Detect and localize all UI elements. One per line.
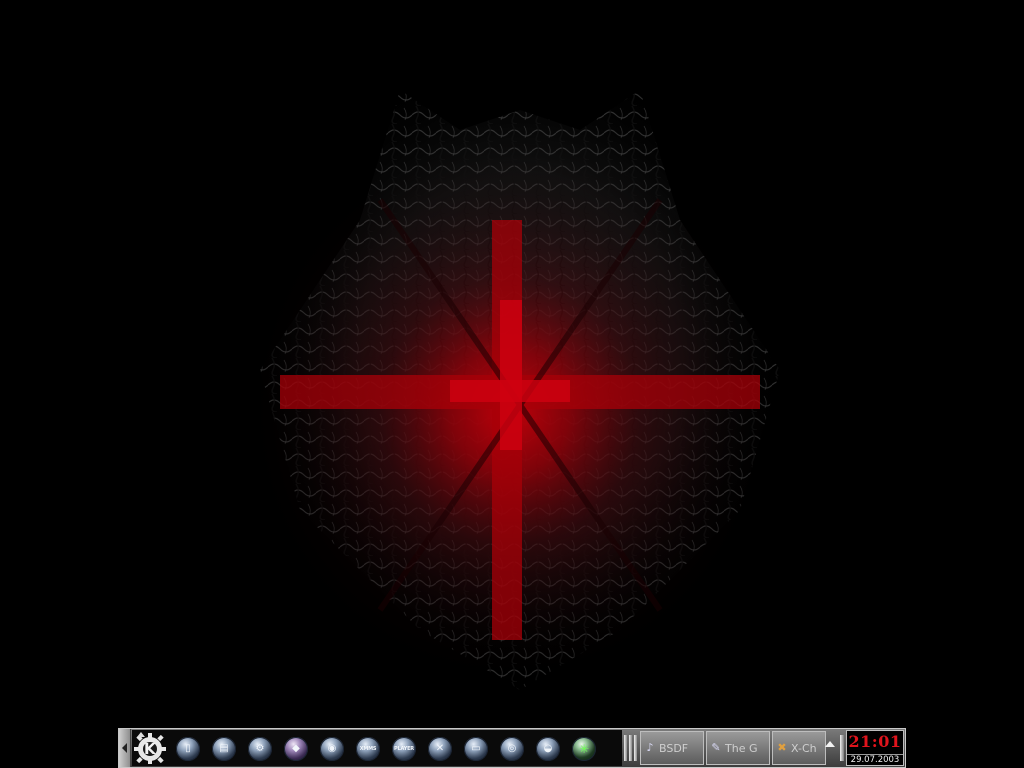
clock-applet[interactable]: 21:01 29.07.2003	[846, 730, 904, 766]
task-label: BSDF	[659, 741, 689, 755]
wallpaper-art	[240, 90, 780, 690]
drive-icon[interactable]: ▭	[464, 737, 488, 761]
file-manager-icon[interactable]: ▤	[212, 737, 236, 761]
task-button-xchat[interactable]: ✖ X-Ch	[772, 731, 826, 765]
kde-panel: K ▯ ▤ ⚙ ◆ ◉ XMMS PLAYER ✕ ▭ ◎ ◒ ✳ ♪ BSDF	[118, 728, 906, 768]
tools-icon[interactable]: ✕	[428, 737, 452, 761]
cd-icon[interactable]: ◎	[500, 737, 524, 761]
menu-up-arrow-icon	[137, 732, 145, 737]
browser-icon[interactable]: ◉	[320, 737, 344, 761]
task-label: X-Ch	[791, 741, 817, 755]
taskbar: ♪ BSDF ✎ The G ✖ X-Ch	[640, 731, 836, 765]
xmms-icon[interactable]: XMMS	[356, 737, 380, 761]
cube-icon[interactable]: ◆	[284, 737, 308, 761]
bsd-daemon-icon: ♪	[646, 741, 654, 754]
xchat-icon: ✖	[777, 741, 787, 754]
quick-launch-bar: K ▯ ▤ ⚙ ◆ ◉ XMMS PLAYER ✕ ▭ ◎ ◒ ✳	[132, 730, 622, 766]
taskbar-menu-arrow-icon[interactable]	[825, 741, 835, 747]
task-button-gimp[interactable]: ✎ The G	[706, 731, 770, 765]
player-icon[interactable]: PLAYER	[392, 737, 416, 761]
panel-separator-handle[interactable]	[840, 735, 844, 761]
kde-k-menu-icon[interactable]: K	[134, 732, 166, 764]
arrow-left-icon	[122, 743, 127, 753]
mail-icon[interactable]: ◒	[536, 737, 560, 761]
green-app-icon[interactable]: ✳	[572, 737, 596, 761]
clock-date: 29.07.2003	[847, 754, 903, 766]
panel-hide-button[interactable]	[119, 729, 131, 767]
desktop[interactable]: K ▯ ▤ ⚙ ◆ ◉ XMMS PLAYER ✕ ▭ ◎ ◒ ✳ ♪ BSDF	[0, 0, 1024, 768]
wallpaper	[220, 70, 820, 710]
svg-text:K: K	[144, 740, 157, 758]
task-label: The G	[725, 741, 758, 755]
clock-time: 21:01	[848, 732, 902, 751]
task-button-bsdf[interactable]: ♪ BSDF	[640, 731, 704, 765]
panel-drag-handle[interactable]	[624, 735, 638, 761]
terminal-icon[interactable]: ▯	[176, 737, 200, 761]
gimp-icon: ✎	[711, 741, 721, 754]
network-icon[interactable]: ⚙	[248, 737, 272, 761]
